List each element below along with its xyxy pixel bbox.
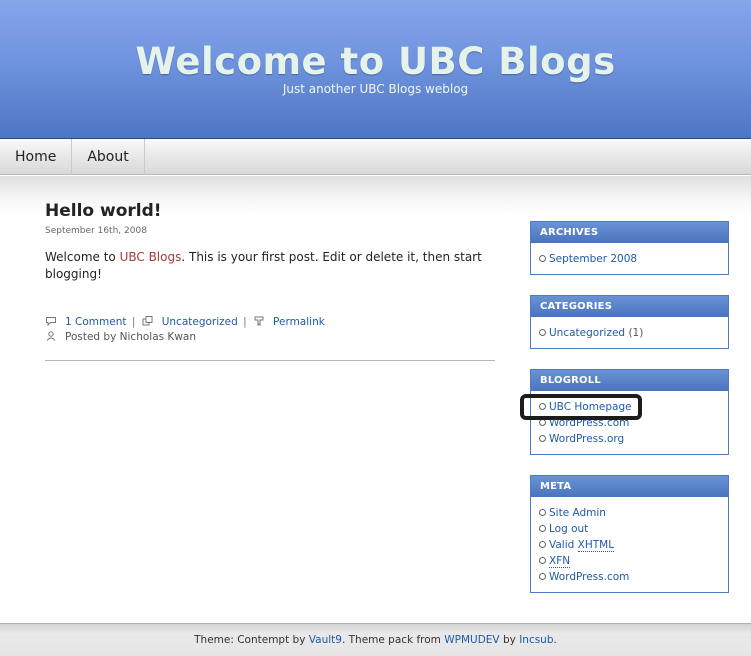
post-body-intro: Welcome to [45,250,120,264]
categories-list: Uncategorized (1) [531,317,728,347]
bullet-icon [539,557,546,564]
meta-link-valid-xhtml[interactable]: Valid XHTML [549,539,615,552]
category-link[interactable]: Uncategorized [162,316,238,328]
post: Hello world! September 16th, 2008 Welcom… [45,201,495,345]
bullet-icon [539,573,546,580]
site-header: Welcome to UBC Blogs Just another UBC Bl… [0,0,751,139]
meta-link-xfn[interactable]: XFN [549,555,571,568]
comment-icon [46,317,56,326]
post-body: Welcome to UBC Blogs. This is your first… [45,249,495,283]
list-item: Log out [539,521,728,537]
footer-text: by [499,634,520,646]
xfn-abbr: XFN [549,555,571,568]
list-item: WordPress.org [539,431,728,447]
post-meta: 1 Comment | Uncategorized | Permalink Po… [45,315,495,345]
site-footer: Theme: Contempt by Vault9. Theme pack fr… [0,623,751,656]
bullet-icon [539,329,546,336]
bullet-icon [539,509,546,516]
blogroll-link-wordpress-org[interactable]: WordPress.org [549,433,624,445]
bullet-icon [539,435,546,442]
category-icon [142,316,153,326]
list-item: Valid XHTML [539,537,728,553]
nav-item-home[interactable]: Home [0,139,73,175]
bullet-icon [539,255,546,262]
archives-list: September 2008 [531,243,728,273]
meta-link-log-out[interactable]: Log out [549,523,588,535]
valid-prefix: Valid [549,539,578,551]
widget-title-archives: ARCHIVES [531,222,728,243]
widget-meta: META Site Admin Log out Valid XHTML XFN … [530,475,729,593]
meta-link-site-admin[interactable]: Site Admin [549,507,606,519]
post-body-link[interactable]: UBC Blogs [120,250,182,264]
widget-archives: ARCHIVES September 2008 [530,221,729,275]
category-link-uncategorized[interactable]: Uncategorized [549,327,625,339]
widget-title-categories: CATEGORIES [531,296,728,317]
site-title[interactable]: Welcome to UBC Blogs [0,40,751,83]
archive-link-september-2008[interactable]: September 2008 [549,253,637,265]
post-title[interactable]: Hello world! [45,201,495,221]
footer-link-vault9[interactable]: Vault9 [309,634,342,646]
footer-link-wpmudev[interactable]: WPMUDEV [444,634,499,646]
post-author-row: Posted by Nicholas Kwan [45,330,495,345]
category-count: (1) [628,327,644,339]
main-navigation: Home About [0,139,751,175]
post-date: September 16th, 2008 [45,226,147,236]
permalink[interactable]: Permalink [273,316,325,328]
widget-title-meta: META [531,476,728,497]
list-item: WordPress.com [539,569,728,585]
meta-separator: | [243,316,247,328]
post-divider [45,360,495,361]
list-item: XFN [539,553,728,569]
list-item: Site Admin [539,505,728,521]
site-tagline: Just another UBC Blogs weblog [282,82,469,96]
post-author: Posted by Nicholas Kwan [65,331,196,343]
meta-link-wordpress-com[interactable]: WordPress.com [549,571,629,583]
user-icon [46,331,56,341]
post-meta-links: 1 Comment | Uncategorized | Permalink [45,315,495,330]
comments-link[interactable]: 1 Comment [65,316,126,328]
highlight-annotation [520,394,642,420]
nav-item-about[interactable]: About [72,139,145,175]
footer-text: Theme: Contempt by [194,634,309,646]
meta-separator: | [131,316,136,328]
permalink-icon [254,316,264,326]
list-item: September 2008 [539,251,728,267]
widget-title-blogroll: BLOGROLL [531,370,728,391]
xhtml-abbr: XHTML [577,539,615,552]
meta-list: Site Admin Log out Valid XHTML XFN WordP… [531,497,728,591]
widget-categories: CATEGORIES Uncategorized (1) [530,295,729,349]
footer-text: . Theme pack from [341,634,445,646]
bullet-icon [539,525,546,532]
bullet-icon [539,541,546,548]
footer-text: . [553,634,557,646]
list-item: Uncategorized (1) [539,325,728,341]
bullet-icon [539,419,546,426]
footer-link-incsub[interactable]: Incsub [519,634,553,646]
